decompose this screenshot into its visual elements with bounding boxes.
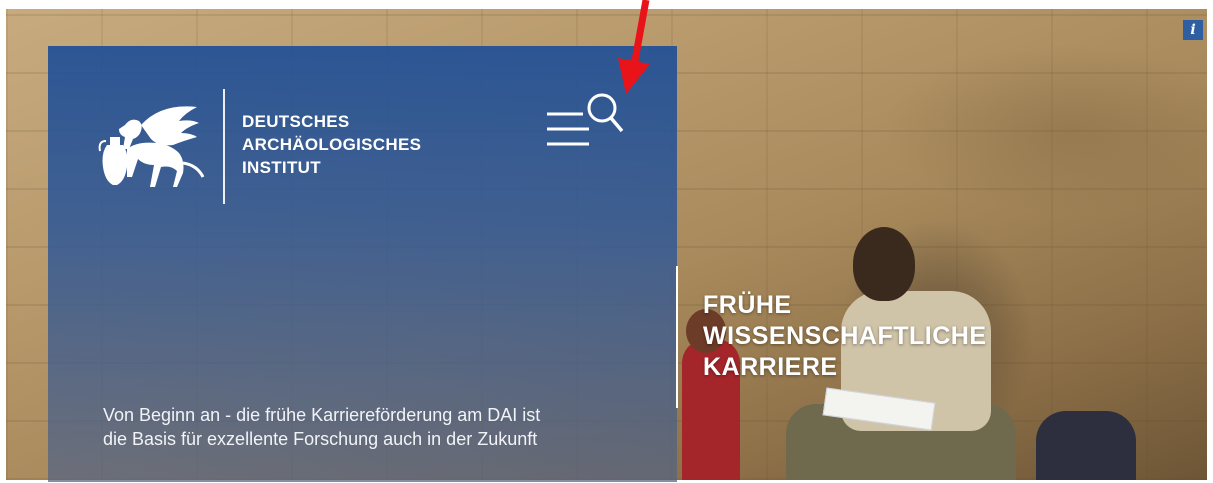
hero-title-divider — [676, 266, 678, 408]
info-button[interactable]: i — [1183, 20, 1203, 40]
hero-title: FRÜHE WISSENSCHAFTLICHE KARRIERE — [703, 290, 987, 383]
institute-name[interactable]: DEUTSCHES ARCHÄOLOGISCHES INSTITUT — [242, 110, 421, 179]
menu-search-button[interactable] — [545, 91, 625, 149]
hero-title-line-3: KARRIERE — [703, 353, 838, 381]
hero-lead-line-2: die Basis für exzellente Forschung auch … — [103, 429, 538, 449]
hero-title-line-1: FRÜHE — [703, 291, 792, 319]
logo-divider — [223, 89, 225, 204]
hero-lead-text: Von Beginn an - die frühe Karriereförder… — [103, 403, 663, 451]
institute-name-line-2: ARCHÄOLOGISCHES — [242, 135, 422, 154]
hero-lead-line-1: Von Beginn an - die frühe Karriereförder… — [103, 405, 541, 425]
menu-search-icon — [547, 93, 624, 146]
red-annotation-arrow-icon — [618, 0, 650, 94]
photo-dark-cloth — [1036, 411, 1136, 480]
griffin-logo-svg — [98, 106, 205, 187]
institute-name-line-3: INSTITUT — [242, 158, 321, 177]
griffin-logo-icon[interactable] — [97, 105, 209, 191]
institute-name-line-1: DEUTSCHES — [242, 112, 350, 131]
hero-title-line-2: WISSENSCHAFTLICHE — [703, 322, 987, 350]
